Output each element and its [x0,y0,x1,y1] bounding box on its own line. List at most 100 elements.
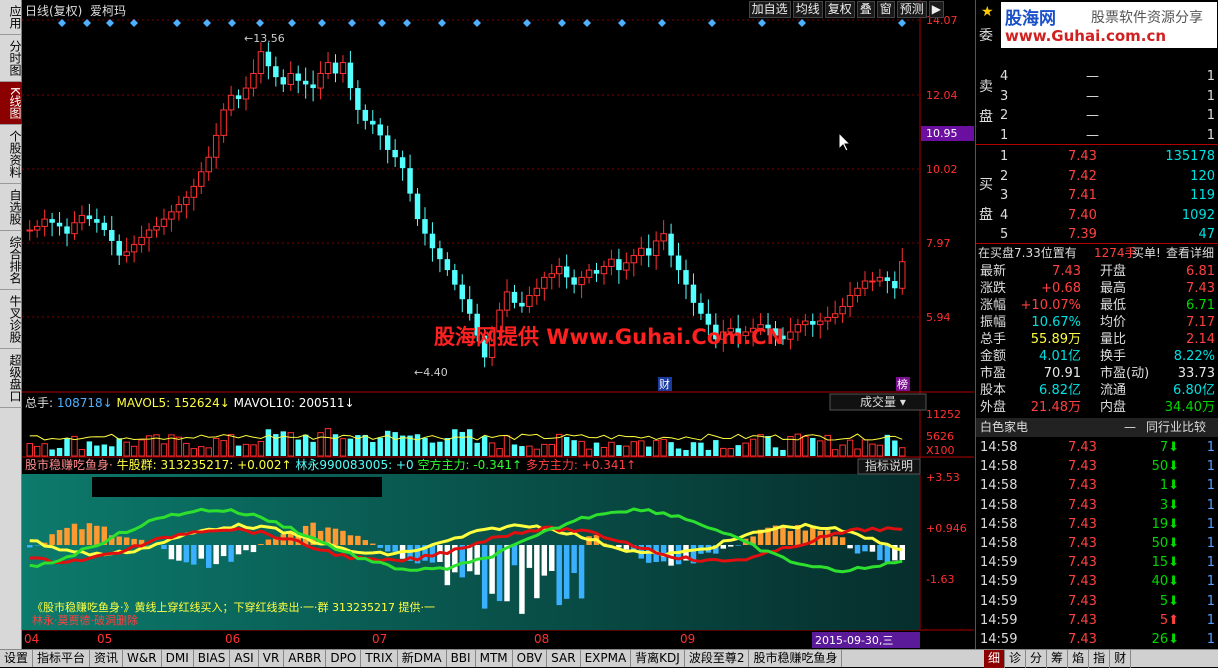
bottom-tab-6[interactable]: ASI [230,650,258,667]
volume-bar [810,438,815,456]
left-tab-1[interactable]: 分时图 [0,35,22,82]
sell-row[interactable]: 1—1 [976,126,1218,145]
panel-tab-6[interactable]: 财 [1110,650,1131,668]
panel-tab-3[interactable]: 筹 [1047,650,1068,668]
toolbar-button-4[interactable]: 窗 [877,1,895,18]
buy-alert[interactable]: 在买盘7.33位置有1274手买单!查看详细 [976,243,1218,262]
volume-bar [27,444,32,456]
bottom-tab-13[interactable]: MTM [476,650,513,667]
bottom-tab-12[interactable]: BBI [447,650,476,667]
candle-body [288,74,293,85]
panel-tab-5[interactable]: 指 [1089,650,1110,668]
bottom-tab-19[interactable]: 股市稳赚吃鱼身 [749,650,842,667]
volume-bar [601,447,606,456]
left-tab-4[interactable]: 自选股 [0,184,22,231]
bottom-tab-10[interactable]: TRIX [361,650,397,667]
volume-bar [758,435,763,456]
candle-body [467,299,472,314]
bottom-tab-16[interactable]: EXPMA [581,650,632,667]
toolbar-button-2[interactable]: 复权 [825,1,855,18]
left-tab-3[interactable]: 个股资料 [0,125,22,184]
buy-row[interactable]: 37.41119 [976,186,1218,205]
date-highlight: 2015-09-30,三 [815,634,893,647]
bottom-tab-14[interactable]: OBV [513,650,548,667]
bottom-tab-18[interactable]: 波段至尊2 [685,650,750,667]
indicator-bar [862,545,867,551]
panel-tab-4[interactable]: 焰 [1068,650,1089,668]
bottom-tab-15[interactable]: SAR [547,650,580,667]
candle-body [42,219,47,226]
volume-bar [116,438,121,456]
panel-tab-0[interactable]: 细 [984,650,1005,668]
candle-body [579,277,584,284]
panel-tab-2[interactable]: 分 [1026,650,1047,668]
sell-row[interactable]: 3—1 [976,87,1218,106]
bottom-tab-4[interactable]: DMI [162,650,194,667]
bottom-tab-3[interactable]: W&R [123,650,162,667]
volume-bar [467,429,472,456]
toolbar-button-1[interactable]: 均线 [793,1,823,18]
panel-tab-1[interactable]: 诊 [1005,650,1026,668]
indicator-bar [161,545,166,549]
bottom-tab-5[interactable]: BIAS [194,650,231,667]
sell-row[interactable]: 2—1 [976,106,1218,125]
volume-bar [303,435,308,456]
candle-body [340,63,345,74]
indicator-bar [877,545,882,560]
kline-chart-area[interactable]: 14.0712.0410.027.975.9410.95←13.56←4.40财… [22,0,974,649]
volume-bar [795,434,800,456]
candle-body [504,292,509,310]
sell-row[interactable]: 4—1 [976,67,1218,86]
industry-bar[interactable]: 白色家电—同行业比较 [976,418,1218,437]
left-tab-6[interactable]: 牛叉诊股 [0,290,22,349]
bottom-tab-11[interactable]: 新DMA [398,650,447,667]
toolbar-button-0[interactable]: 加自选 [749,1,791,18]
left-tab-0[interactable]: 应用 [0,0,22,35]
volume-bar [206,448,211,456]
indicator-bar [236,545,241,554]
toolbar-button-5[interactable]: 预测 [897,1,927,18]
indicator-bar [556,545,561,605]
volume-bar [161,444,166,456]
candle-body [325,63,330,74]
indicator-bar [542,545,547,576]
bottom-tab-7[interactable]: VR [259,650,285,667]
bottom-tab-17[interactable]: 背离KDJ [631,650,685,667]
volume-bar [885,435,890,456]
star-icon[interactable]: ★ [981,4,994,20]
candle-body [512,292,517,303]
toolbar-button-3[interactable]: 叠 [857,1,875,18]
left-tab-2[interactable]: K线图 [0,82,22,125]
candle-body [564,266,569,277]
indicator-bar [489,545,494,594]
buy-row[interactable]: 17.43135178 [976,147,1218,166]
buy-row[interactable]: 27.42120 [976,167,1218,186]
left-tab-7[interactable]: 超级盘口 [0,349,22,408]
bottom-tab-0[interactable]: 设置 [0,650,33,667]
buy-row[interactable]: 47.401092 [976,206,1218,225]
volume-bar [243,444,248,456]
volume-bar [512,444,517,456]
volume-bar [564,437,569,456]
volume-bar [586,449,591,456]
indicator-bar [49,534,54,545]
volume-bar [691,442,696,456]
volume-bar [743,443,748,456]
bottom-tab-2[interactable]: 资讯 [90,650,123,667]
indicator-bar [206,545,211,568]
candle-body [556,266,561,273]
candle-body [161,219,166,226]
volume-bar [676,449,681,456]
bottom-tab-8[interactable]: ARBR [284,650,326,667]
buy-row[interactable]: 57.3947 [976,225,1218,244]
candle-body [601,266,606,273]
indicator-header: 股市稳赚吃鱼身· 牛股群: 313235217: +0.002↑ 林永99008… [25,457,636,472]
bottom-tab-1[interactable]: 指标平台 [33,650,90,667]
play-icon[interactable]: ▶ [929,1,944,18]
date-axis-label: 07 [372,632,387,646]
bottom-tab-9[interactable]: DPO [326,650,361,667]
candle-body [542,277,547,288]
indicator-bar [27,545,32,547]
candle-body [27,230,32,231]
left-tab-5[interactable]: 综合排名 [0,231,22,290]
